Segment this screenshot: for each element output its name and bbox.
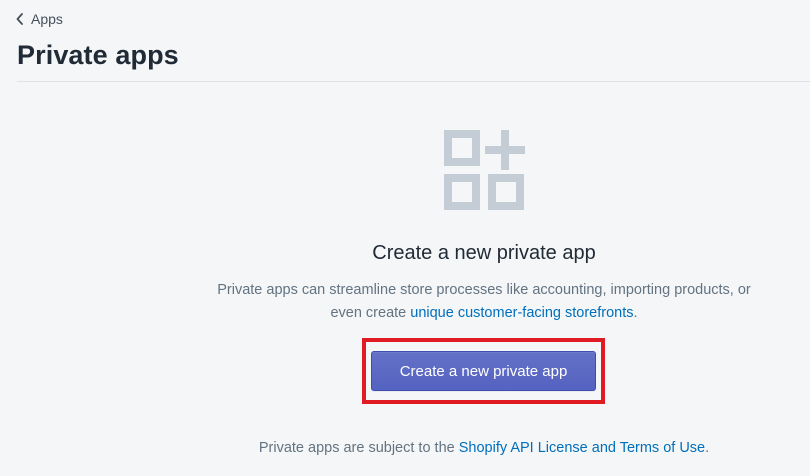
apps-add-icon [444,130,526,212]
api-license-terms-link[interactable]: Shopify API License and Terms of Use [459,440,705,456]
header-divider [17,81,810,82]
page-title: Private apps [17,40,179,70]
empty-state-heading: Create a new private app [372,242,596,264]
breadcrumb-label: Apps [31,11,63,27]
description-period: . [633,305,638,321]
footer-terms-text: Private apps are subject to the Shopify … [0,440,810,456]
footer-text-prefix: Private apps are subject to the [258,440,455,456]
create-private-app-button[interactable]: Create a new private app [371,351,596,391]
chevron-left-icon [15,13,25,25]
storefronts-link[interactable]: unique customer-facing storefronts [410,305,633,321]
private-apps-page: Apps Private apps Create a new private a… [0,0,810,476]
footer-text-period: . [705,440,710,456]
empty-state-description: Private apps can streamline store proces… [200,279,768,325]
breadcrumb-back-to-apps[interactable]: Apps [15,11,63,27]
